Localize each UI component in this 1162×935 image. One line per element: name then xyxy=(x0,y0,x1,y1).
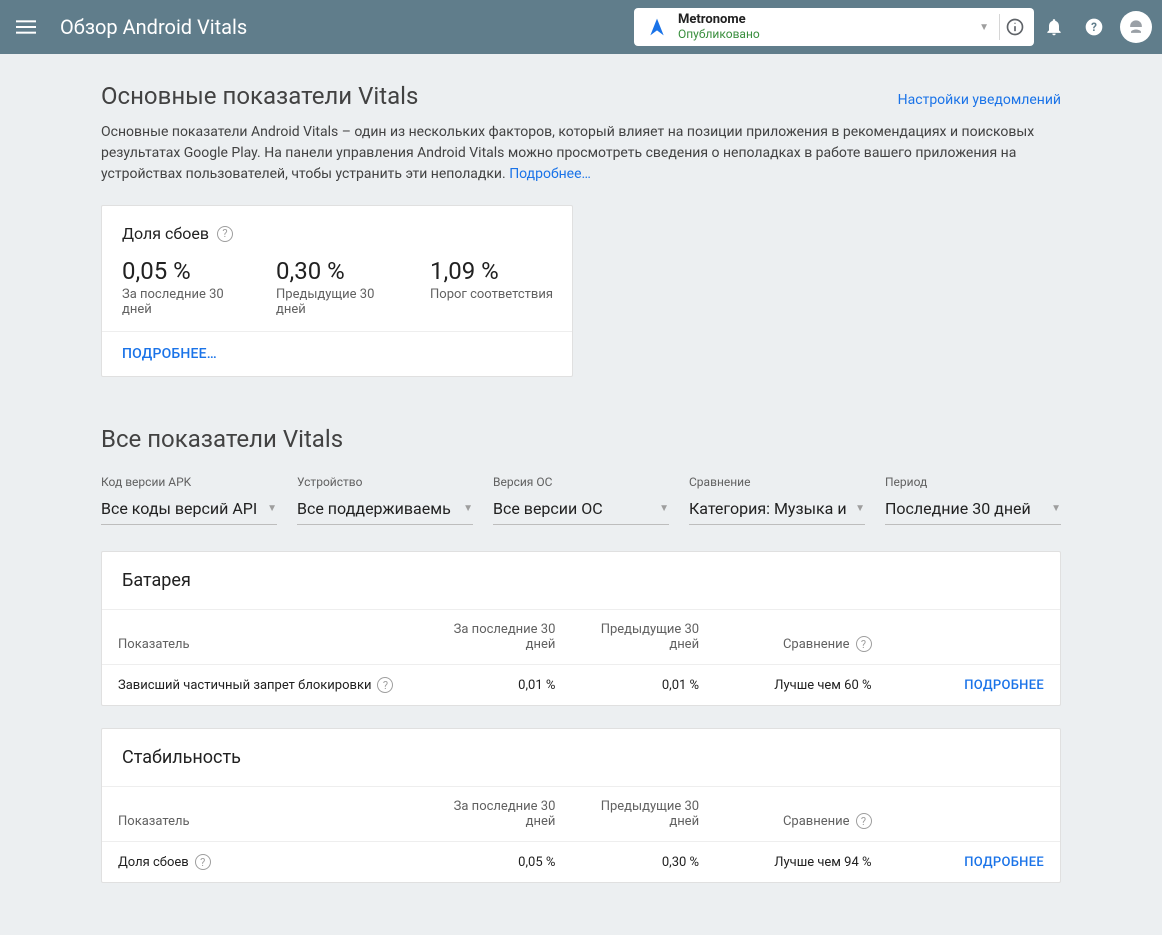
metric-value: 1,09 % xyxy=(430,257,553,285)
info-icon[interactable] xyxy=(1004,16,1026,38)
app-selector[interactable]: Metronome Опубликовано ▼ xyxy=(634,8,1034,46)
filter-value: Последние 30 дней xyxy=(885,499,1031,518)
filter-label: Версия ОС xyxy=(493,475,669,489)
col-compare: Сравнение ? xyxy=(715,787,887,842)
last30-value: 0,05 % xyxy=(428,842,572,883)
chevron-down-icon: ▼ xyxy=(973,22,995,33)
prev30-value: 0,01 % xyxy=(571,665,715,706)
crash-rate-card: Доля сбоев ? 0,05 %За последние 30 дней0… xyxy=(101,205,573,377)
core-vitals-description: Основные показатели Android Vitals – оди… xyxy=(101,122,1061,185)
col-last30: За последние 30 дней xyxy=(428,610,572,665)
vitals-panel: БатареяПоказательЗа последние 30 днейПре… xyxy=(101,551,1061,706)
app-header: Обзор Android Vitals Metronome Опубликов… xyxy=(0,0,1162,54)
help-icon[interactable]: ? xyxy=(856,813,872,829)
table-row: Зависший частичный запрет блокировки ? 0,… xyxy=(102,665,1060,706)
compare-value: Лучше чем 60 % xyxy=(715,665,887,706)
filter-label: Период xyxy=(885,475,1061,489)
chevron-down-icon: ▼ xyxy=(1051,503,1061,514)
filter-label: Код версии APK xyxy=(101,475,277,489)
help-icon[interactable]: ? xyxy=(1074,7,1114,47)
help-icon[interactable]: ? xyxy=(856,636,872,652)
filter: Код версии APK Все коды версий API ▼ xyxy=(101,475,277,525)
crash-card-title: Доля сбоев xyxy=(122,224,209,243)
prev30-value: 0,30 % xyxy=(571,842,715,883)
app-status: Опубликовано xyxy=(678,28,973,41)
page-title: Обзор Android Vitals xyxy=(60,15,634,39)
metric-value: 0,05 % xyxy=(122,257,252,285)
compare-value: Лучше чем 94 % xyxy=(715,842,887,883)
metric: 1,09 % Порог соответствия xyxy=(430,257,553,317)
all-vitals-title: Все показатели Vitals xyxy=(101,425,1061,453)
col-compare: Сравнение ? xyxy=(715,610,887,665)
filter: Устройство Все поддерживаемь ▼ xyxy=(297,475,473,525)
learn-more-link[interactable]: Подробнее… xyxy=(509,166,591,182)
filter-select[interactable]: Все коды версий API ▼ xyxy=(101,495,277,525)
filter: Период Последние 30 дней ▼ xyxy=(885,475,1061,525)
filter-select[interactable]: Все версии ОС ▼ xyxy=(493,495,669,525)
vitals-panel: СтабильностьПоказательЗа последние 30 дн… xyxy=(101,728,1061,883)
chevron-down-icon: ▼ xyxy=(659,503,669,514)
app-icon xyxy=(646,16,668,38)
core-vitals-title: Основные показатели Vitals xyxy=(101,82,418,110)
last30-value: 0,01 % xyxy=(428,665,572,706)
chevron-down-icon: ▼ xyxy=(267,503,277,514)
menu-icon[interactable] xyxy=(14,15,38,39)
metric-value: 0,30 % xyxy=(276,257,406,285)
metric-label: Предыдущие 30 дней xyxy=(276,287,406,317)
metric-name: Доля сбоев xyxy=(118,855,189,870)
metric-label: Порог соответствия xyxy=(430,287,553,302)
col-last30: За последние 30 дней xyxy=(428,787,572,842)
col-metric: Показатель xyxy=(102,610,428,665)
metric-name: Зависший частичный запрет блокировки xyxy=(118,678,371,693)
notifications-icon[interactable] xyxy=(1034,7,1074,47)
filter-value: Все коды версий API xyxy=(101,499,257,518)
filter: Сравнение Категория: Музыка и ▼ xyxy=(689,475,865,525)
col-metric: Показатель xyxy=(102,787,428,842)
crash-card-more-button[interactable]: ПОДРОБНЕЕ… xyxy=(122,346,217,362)
panel-title: Стабильность xyxy=(102,729,1060,787)
chevron-down-icon: ▼ xyxy=(463,503,473,514)
more-button[interactable]: ПОДРОБНЕЕ xyxy=(964,678,1044,693)
svg-text:?: ? xyxy=(1091,20,1097,34)
filter-value: Категория: Музыка и xyxy=(689,499,847,518)
metric: 0,05 %За последние 30 дней xyxy=(122,257,252,317)
help-icon[interactable]: ? xyxy=(377,677,393,693)
filter-label: Сравнение xyxy=(689,475,865,489)
filter-value: Все версии ОС xyxy=(493,499,603,518)
filter-select[interactable]: Последние 30 дней ▼ xyxy=(885,495,1061,525)
help-icon[interactable]: ? xyxy=(217,226,233,242)
help-icon[interactable]: ? xyxy=(195,854,211,870)
chevron-down-icon: ▼ xyxy=(855,503,865,514)
filter: Версия ОС Все версии ОС ▼ xyxy=(493,475,669,525)
filter-select[interactable]: Категория: Музыка и ▼ xyxy=(689,495,865,525)
metric: 0,30 %Предыдущие 30 дней xyxy=(276,257,406,317)
col-prev30: Предыдущие 30 дней xyxy=(571,610,715,665)
metric-label: За последние 30 дней xyxy=(122,287,252,317)
notification-settings-link[interactable]: Настройки уведомлений xyxy=(898,92,1061,108)
filter-select[interactable]: Все поддерживаемь ▼ xyxy=(297,495,473,525)
table-row: Доля сбоев ? 0,05 %0,30 %Лучше чем 94 % ПО… xyxy=(102,842,1060,883)
app-name: Metronome xyxy=(678,13,973,27)
filter-label: Устройство xyxy=(297,475,473,489)
more-button[interactable]: ПОДРОБНЕЕ xyxy=(964,855,1044,870)
panel-title: Батарея xyxy=(102,552,1060,610)
col-prev30: Предыдущие 30 дней xyxy=(571,787,715,842)
filter-value: Все поддерживаемь xyxy=(297,499,451,518)
avatar[interactable] xyxy=(1120,11,1152,43)
